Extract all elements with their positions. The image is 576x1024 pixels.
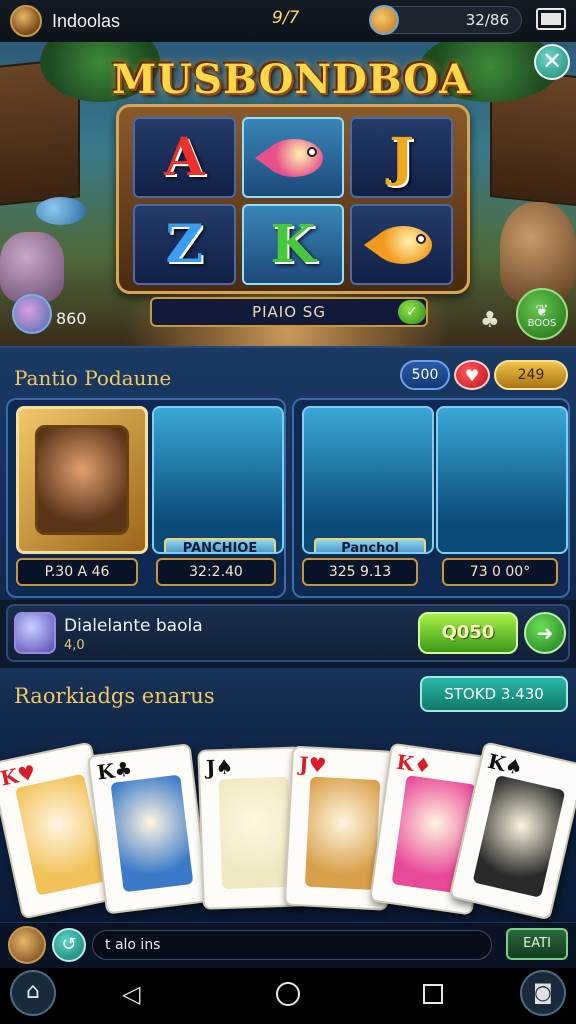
battery-icon [536,8,566,30]
recents-square-icon[interactable] [423,984,443,1004]
fish-tile[interactable]: Panchol [302,406,434,554]
piggy-coin-icon [369,5,399,35]
fish-symbol [350,204,453,285]
price-label: P.30 A 46 [16,558,138,586]
reel-grid: A J ZK [133,117,453,285]
buy-button[interactable]: Q050 [418,612,518,654]
boost-button[interactable]: ❦ BOOS [516,288,568,340]
creature-right [500,202,576,302]
fish-tile[interactable] [436,406,568,554]
panel-title: Pantio Podaune [14,366,172,390]
chat-avatar[interactable] [8,926,46,964]
price-label: 325 9.13 [302,558,418,586]
card-artwork [110,774,194,893]
back-triangle-icon[interactable]: ◁ [122,980,140,1008]
home-icon[interactable]: ⌂ [10,970,56,1016]
app-name: Indoolas [52,10,121,31]
clock: 9/7 [272,8,300,28]
coin-balance: 32/86 [465,11,509,29]
check-icon[interactable]: ✓ [398,300,426,324]
reel-frame: A J ZK [116,104,470,294]
card-rank: K♠ [485,748,526,781]
card-rank: K♦ [394,749,434,779]
arrow-right-icon[interactable]: ➜ [524,612,566,654]
background-fish [36,197,86,225]
offer-subtitle: 4,0 [64,638,85,653]
close-icon[interactable]: ✕ [534,44,570,80]
card-artwork [218,776,293,890]
chat-input[interactable]: t alo ins [92,930,492,960]
fish-icon [254,135,331,181]
name-field[interactable]: PIAIO SG [150,297,428,327]
gold-count: 249 [517,367,545,383]
leaf-icon: ❦ [535,301,549,320]
parrot-badge-icon[interactable] [12,294,52,334]
stock-pill[interactable]: STOKD 3.430 [420,676,568,712]
coin-balance-pill[interactable]: 32/86 [369,5,522,35]
tile-badge: Panchol [314,538,426,552]
tree-icon: ♣ [480,308,500,333]
gem-count-pill[interactable]: 500 [400,360,450,390]
game-title: MUSBONDBOA [112,56,472,103]
price-label: 73 0 00° [442,558,558,586]
camera-icon[interactable]: ◙ [520,970,566,1016]
boost-label: BOOS [527,318,557,329]
heart-icon[interactable]: ♥ [454,360,490,390]
medallion-avatar-icon[interactable] [10,5,42,37]
card-rank: K♣ [95,756,134,785]
reel-symbol: Z [133,204,236,285]
card-rank: J♥ [298,751,328,778]
tile-badge: PANCHIOE [164,538,276,552]
fish-icon [363,222,440,268]
level-value: 860 [56,309,87,328]
card-rank: J♠ [205,754,234,780]
playing-card[interactable]: K♣ [86,743,210,915]
offer-title: Dialelante baola [64,616,203,636]
crystal-gem-icon [14,612,56,654]
creature-left [0,232,64,302]
refresh-icon[interactable]: ↺ [52,928,86,962]
cards-section-title: Raorkiadgs enarus [14,684,215,708]
price-label: 32:2.40 [156,558,276,586]
home-circle-icon[interactable] [276,982,300,1006]
reel-symbol: K [241,204,345,285]
reel-symbol: A [133,117,236,198]
card-artwork [472,774,566,898]
fish-tile[interactable]: PANCHIOE [152,406,284,554]
fish-symbol [241,117,345,198]
gold-count-pill[interactable]: 249 [494,360,568,390]
card-artwork [304,776,381,891]
send-button[interactable]: EATI [506,928,568,960]
chat-placeholder: t alo ins [105,937,161,953]
portrait-image [35,425,129,535]
reel-symbol: J [350,117,453,198]
portrait-tile[interactable] [16,406,148,554]
